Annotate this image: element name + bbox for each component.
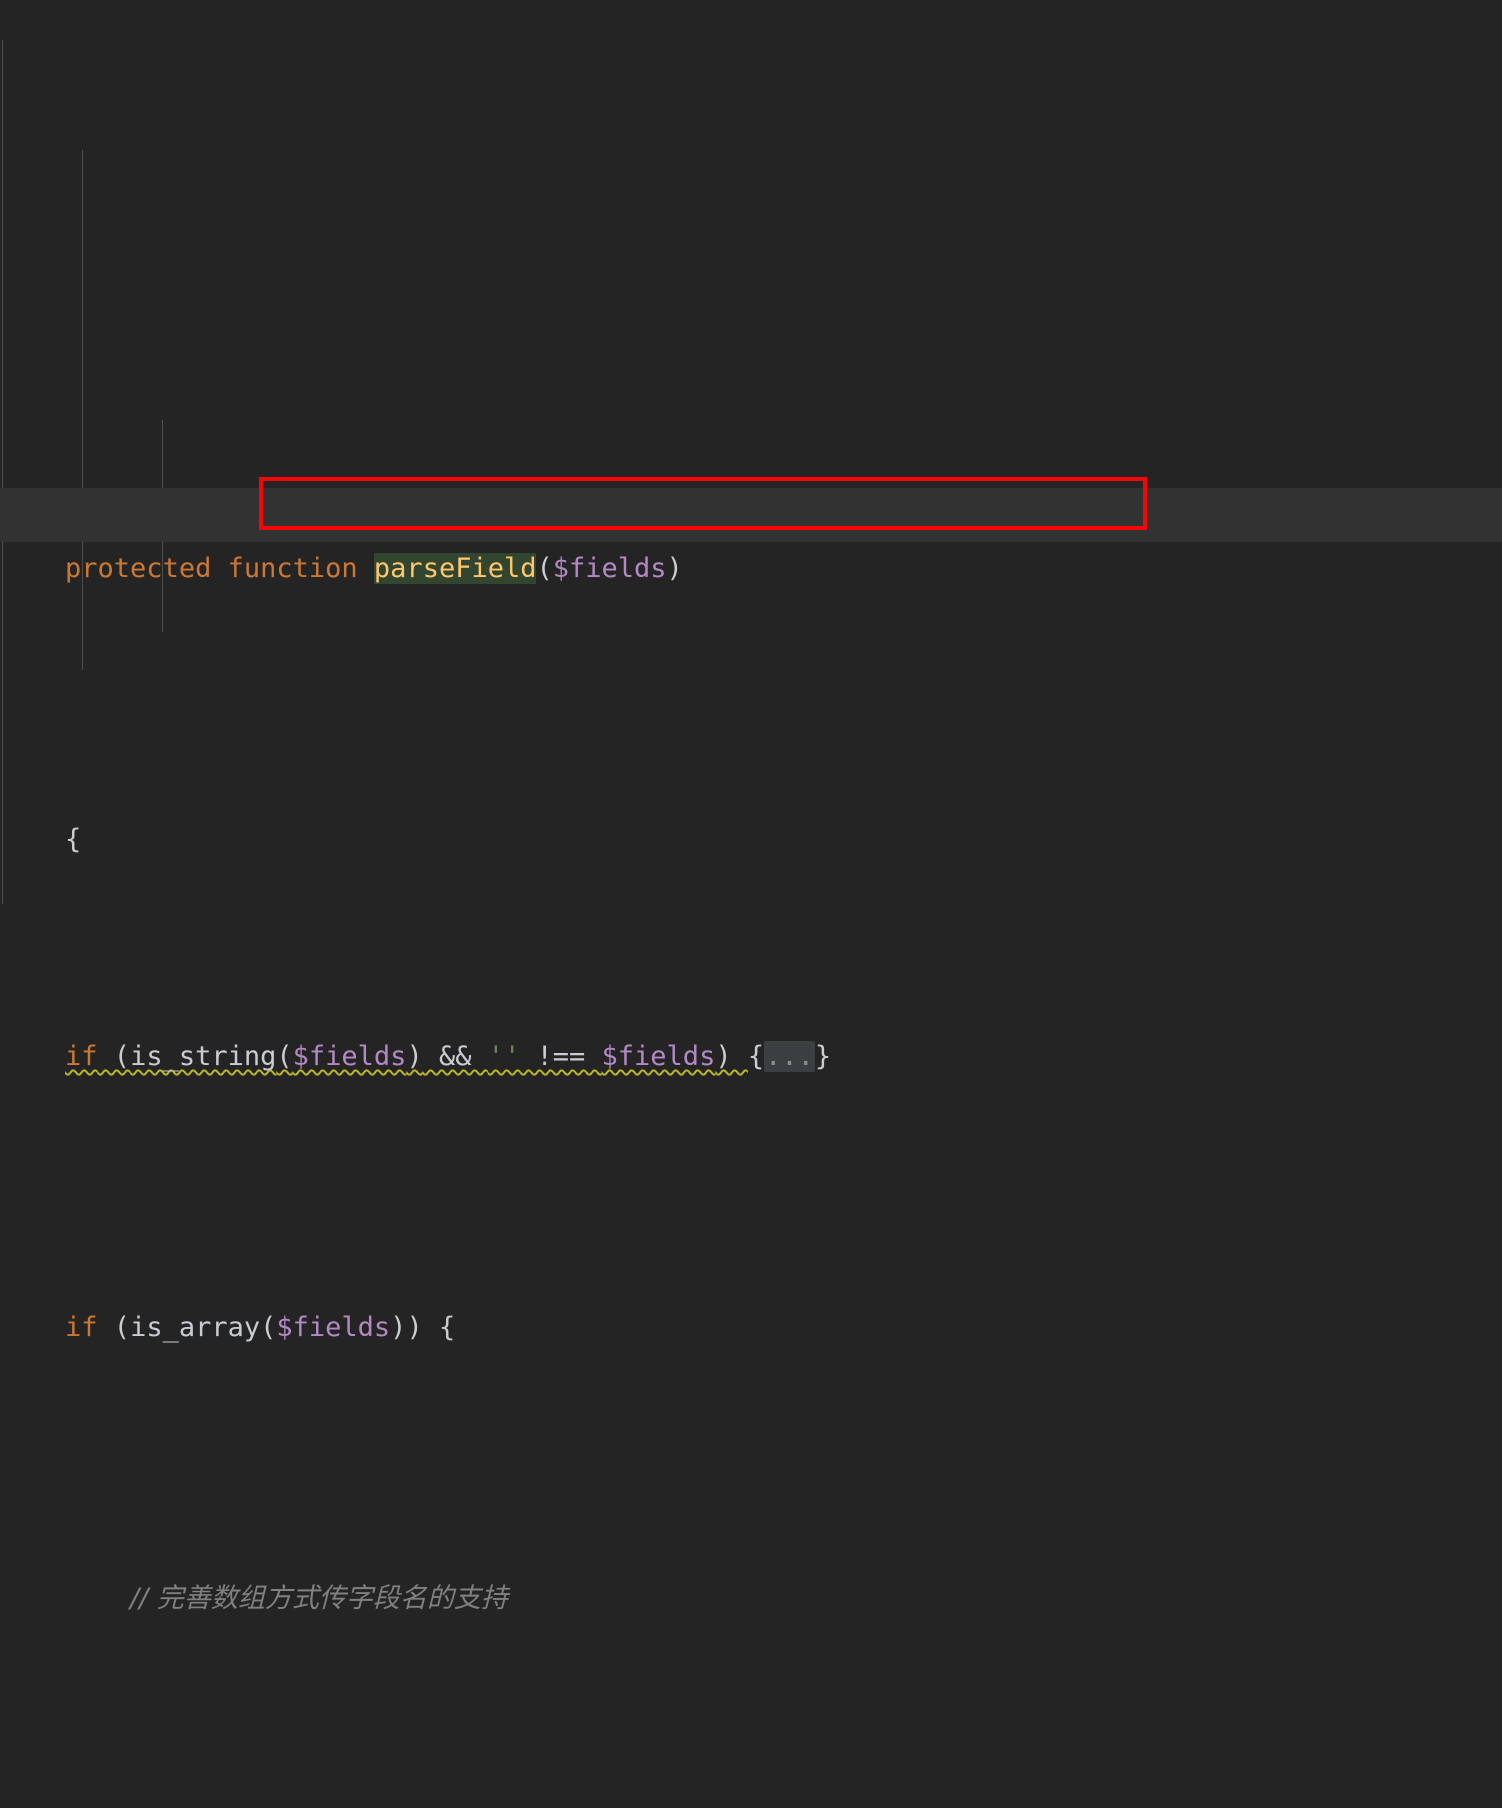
brace-close: } xyxy=(814,1040,832,1072)
paren-open: ( xyxy=(536,553,553,585)
keyword-if: if xyxy=(65,1311,98,1343)
paren-close: ) xyxy=(666,553,683,585)
arg-fields: $fields xyxy=(292,1040,407,1072)
operator-not-identical: !== xyxy=(520,1040,602,1072)
code-line-declaration[interactable]: protected function parseField($fields) xyxy=(0,487,1502,585)
keyword-protected: protected xyxy=(65,553,212,585)
arg-fields: $fields xyxy=(276,1311,391,1343)
param-fields: $fields xyxy=(552,553,667,585)
empty-string-literal: '' xyxy=(487,1040,521,1072)
folded-code-region[interactable]: ... xyxy=(764,1040,815,1072)
call-is-array: is_array xyxy=(130,1311,261,1343)
operator-and: && xyxy=(422,1040,488,1072)
arg-fields-2: $fields xyxy=(601,1040,716,1072)
function-name-parsefield[interactable]: parseField xyxy=(373,553,537,585)
code-line-if-is-array[interactable]: if (is_array($fields)) { xyxy=(0,1301,1502,1355)
code-line-comment-array-support[interactable]: // 完善数组方式传字段名的支持 xyxy=(0,1572,1502,1626)
brace-open: { xyxy=(747,1040,765,1072)
call-is-string: is_string xyxy=(130,1040,277,1072)
code-line-if-is-string[interactable]: if (is_string($fields) && '' !== $fields… xyxy=(0,1030,1502,1084)
comment-text: // 完善数组方式传字段名的支持 xyxy=(130,1582,508,1614)
code-line-open-brace[interactable]: { xyxy=(0,759,1502,855)
brace-open: { xyxy=(65,824,82,856)
keyword-function: function xyxy=(227,553,358,585)
weak-warning-underline: if (is_string($fields) && '' !== $fields… xyxy=(65,1040,748,1072)
keyword-if: if xyxy=(65,1040,98,1072)
code-editor[interactable]: protected function parseField($fields) {… xyxy=(0,0,1502,1614)
